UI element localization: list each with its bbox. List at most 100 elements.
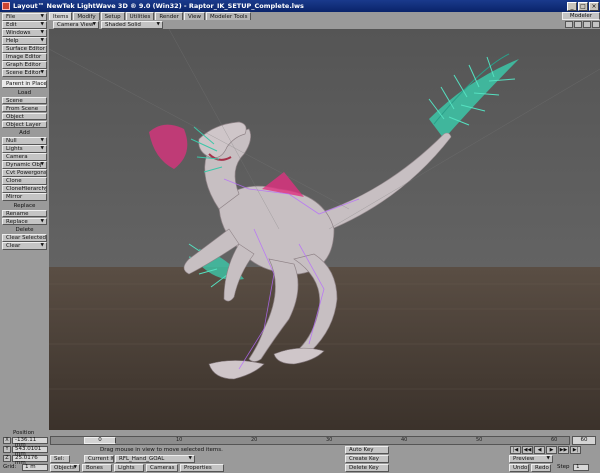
main-tab-bar: Items Modify Setup Utilities Render View… <box>49 12 600 20</box>
x-position-row: X -136.11 mm <box>3 436 48 447</box>
grid-label: Grid: <box>3 464 17 470</box>
next-key-icon[interactable]: ▶▶ <box>558 446 569 454</box>
shading-mode-select[interactable]: Shaded Solid <box>101 20 163 29</box>
go-end-icon[interactable]: ▶| <box>570 446 581 454</box>
maximize-icon[interactable]: □ <box>578 1 588 11</box>
scene-render <box>49 29 600 434</box>
lights-filter-button[interactable]: Lights <box>114 464 144 472</box>
clone-button[interactable]: Clone <box>2 177 47 185</box>
properties-button[interactable]: Properties <box>180 464 224 472</box>
end-frame-field[interactable]: 60 <box>572 436 596 445</box>
play-back-icon[interactable]: ◀ <box>534 446 545 454</box>
prev-key-icon[interactable]: ◀◀ <box>522 446 533 454</box>
clear-selected-button[interactable]: Clear Selected <box>2 234 47 242</box>
surface-editor-button[interactable]: Surface Editor <box>2 45 47 53</box>
x-position-field[interactable]: -136.11 mm <box>12 436 48 447</box>
go-start-icon[interactable]: |◀ <box>510 446 521 454</box>
y-position-field[interactable]: 543.0101 mm <box>12 445 48 456</box>
load-group-title: Load <box>2 89 47 97</box>
tab-modify[interactable]: Modify <box>73 12 100 20</box>
add-camera-button[interactable]: Camera <box>2 153 47 161</box>
menu-file[interactable]: File <box>2 13 47 21</box>
graph-editor-button[interactable]: Graph Editor <box>2 61 47 69</box>
rename-button[interactable]: Rename <box>2 209 47 217</box>
tab-modeler-tools[interactable]: Modeler Tools <box>206 12 252 20</box>
cvt-powergons-button[interactable]: Cvt Powergons <box>2 169 47 177</box>
load-scene-button[interactable]: Scene <box>2 96 47 104</box>
delete-key-button[interactable]: Delete Key <box>345 464 389 472</box>
objects-filter-select[interactable]: Objects <box>50 464 80 472</box>
replace-button[interactable]: Replace <box>2 217 47 225</box>
load-object-layer-button[interactable]: Object Layer <box>2 120 47 128</box>
title-bar: Layout™ NewTek LightWave 3D ® 9.0 (Win32… <box>0 0 600 12</box>
undo-button[interactable]: Undo <box>509 464 529 472</box>
tab-render[interactable]: Render <box>155 12 183 20</box>
left-toolbar: File Edit Windows Help Surface Editor Im… <box>0 12 49 430</box>
rotate-view-icon[interactable] <box>574 21 582 28</box>
current-item-label: Current Item <box>84 455 114 463</box>
play-forward-icon[interactable]: ▶ <box>546 446 557 454</box>
menu-windows[interactable]: Windows <box>2 29 47 37</box>
add-lights-button[interactable]: Lights <box>2 145 47 153</box>
maximize-view-icon[interactable] <box>592 21 600 28</box>
parent-in-place-toggle[interactable]: Parent in Place <box>2 80 47 88</box>
current-item-select[interactable]: RFL_Hand_GOAL <box>115 455 195 463</box>
timeline-slider[interactable]: 0 10 20 30 40 50 60 <box>50 436 570 445</box>
zoom-view-icon[interactable] <box>583 21 591 28</box>
modeler-button[interactable]: Modeler <box>562 12 600 20</box>
add-dynamic-obj-button[interactable]: Dynamic Obj <box>2 161 47 169</box>
x-axis-label: X <box>3 436 11 444</box>
load-from-scene-button[interactable]: From Scene <box>2 104 47 112</box>
timeline-tick: 10 <box>176 437 183 443</box>
status-message: Drag mouse in view to move selected item… <box>100 447 223 453</box>
step-field[interactable]: 1 <box>573 464 589 471</box>
playback-controls: |◀ ◀◀ ◀ ▶ ▶▶ ▶| <box>509 446 581 454</box>
menu-help[interactable]: Help <box>2 37 47 45</box>
menu-edit[interactable]: Edit <box>2 21 47 29</box>
cameras-filter-button[interactable]: Cameras <box>146 464 178 472</box>
z-position-row: Z 25.0176 mm <box>3 454 48 465</box>
step-label: Step <box>557 464 570 470</box>
app-icon <box>2 2 10 10</box>
add-null-button[interactable]: Null <box>2 137 47 145</box>
camera-viewport[interactable] <box>49 29 600 434</box>
sel-label: Sel: <box>50 455 70 463</box>
clear-button[interactable]: Clear <box>2 242 47 250</box>
auto-key-button[interactable]: Auto Key <box>345 446 389 454</box>
delete-group-title: Delete <box>2 227 47 234</box>
replace-group-title: Replace <box>2 202 47 210</box>
move-view-icon[interactable] <box>565 21 573 28</box>
timeline-tick: 20 <box>251 437 258 443</box>
bones-filter-button[interactable]: Bones <box>82 464 112 472</box>
y-position-row: Y 543.0101 mm <box>3 445 48 456</box>
grid-size-field[interactable]: 1 m <box>22 463 48 471</box>
window-title: Layout™ NewTek LightWave 3D ® 9.0 (Win32… <box>13 2 304 10</box>
timeline-tick: 40 <box>401 437 408 443</box>
tab-utilities[interactable]: Utilities <box>125 12 155 20</box>
timeline-tick: 60 <box>551 437 558 443</box>
timeline-tick: 50 <box>476 437 483 443</box>
current-frame-handle[interactable]: 0 <box>84 437 116 444</box>
bottom-panel: Position X -136.11 mm Y 543.0101 mm Z 25… <box>0 430 600 473</box>
z-position-field[interactable]: 25.0176 mm <box>12 454 48 465</box>
viewport-header: Camera View Shaded Solid <box>49 20 600 29</box>
grid-row: Grid: 1 m <box>3 463 48 471</box>
minimize-icon[interactable]: _ <box>567 1 577 11</box>
view-mode-select[interactable]: Camera View <box>53 20 99 29</box>
load-object-button[interactable]: Object <box>2 112 47 120</box>
image-editor-button[interactable]: Image Editor <box>2 53 47 61</box>
add-group-title: Add <box>2 130 47 137</box>
preview-select[interactable]: Preview <box>509 455 553 463</box>
timeline-tick: 30 <box>326 437 333 443</box>
close-icon[interactable]: × <box>589 1 599 11</box>
tab-view[interactable]: View <box>183 12 205 20</box>
redo-button[interactable]: Redo <box>531 464 551 472</box>
tab-setup[interactable]: Setup <box>100 12 125 20</box>
create-key-button[interactable]: Create Key <box>345 455 389 463</box>
tab-items[interactable]: Items <box>49 12 73 20</box>
scene-editor-button[interactable]: Scene Editor <box>2 69 47 77</box>
y-axis-label: Y <box>3 445 11 453</box>
clone-hierarchy-button[interactable]: CloneHierarchy <box>2 185 47 193</box>
z-axis-label: Z <box>3 454 11 462</box>
mirror-button[interactable]: Mirror <box>2 193 47 201</box>
